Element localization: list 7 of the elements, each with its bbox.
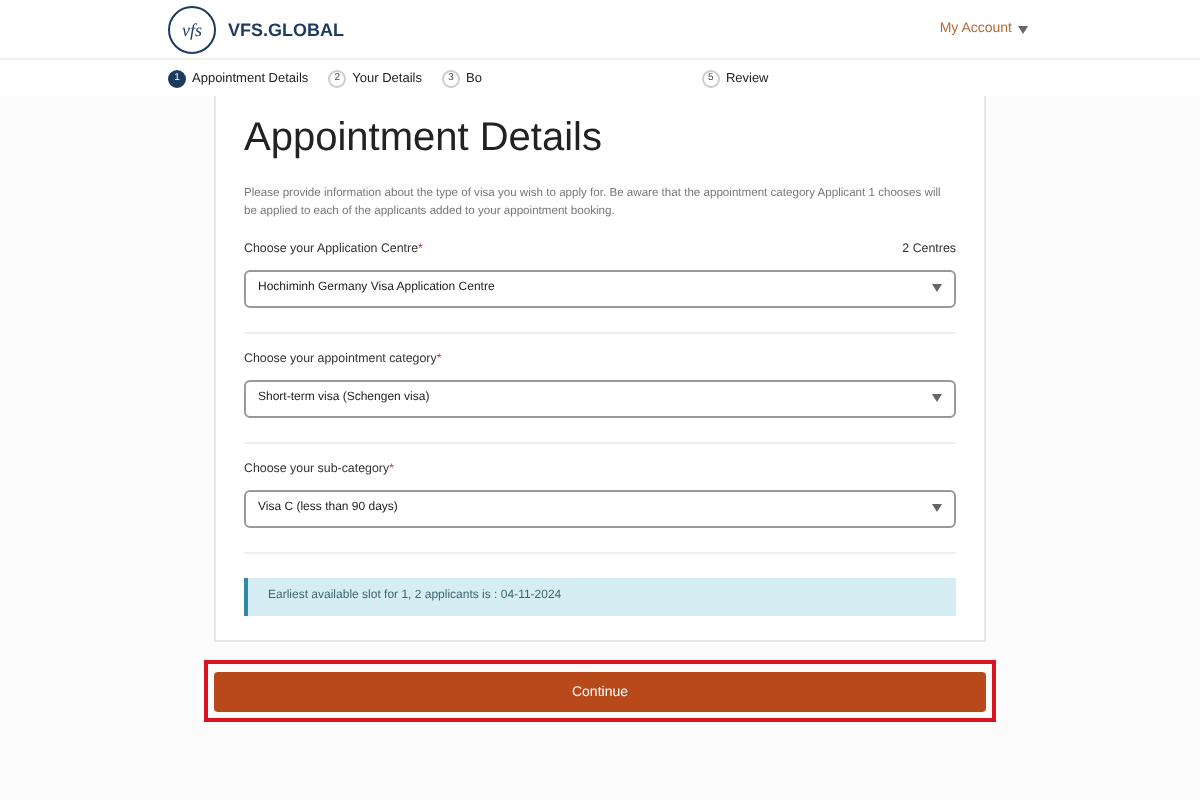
caret-icon (932, 504, 942, 513)
brand-name: VFS.GLOBAL (228, 19, 344, 39)
page-title: Appointment Details (244, 116, 604, 162)
caret-icon (932, 394, 942, 403)
brand-logo: vfs (168, 5, 216, 53)
caret-icon (1018, 25, 1028, 33)
caret-icon (932, 284, 942, 293)
